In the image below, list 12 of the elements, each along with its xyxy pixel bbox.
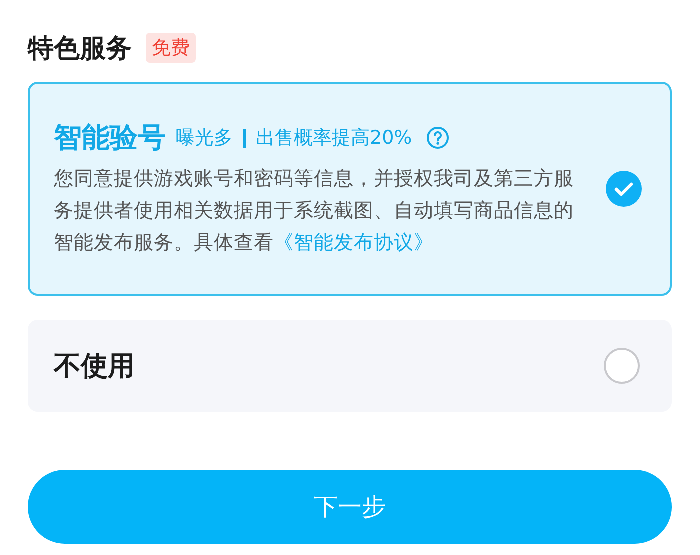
option-title: 不使用 — [54, 350, 135, 384]
option-description: 您同意提供游戏账号和密码等信息，并授权我司及第三方服务提供者使用相关数据用于系统截图、自动填写商品信息的智能发布服务。具体查看《智能发布协议》 — [54, 166, 575, 256]
option-card[interactable]: 智能验号 曝光多 出售概率提高20% 您同意提供游戏账号和密码等信息，并授权我司及第三方服务提供者使用相关数据用于系统截图、自动填写商品信息的智能发布服务。具体查看《智能发布协议》 — [28, 82, 672, 296]
free-badge: 免费 — [146, 33, 196, 63]
option-title: 智能验号 — [54, 120, 166, 156]
option-tagline: 曝光多 — [176, 126, 233, 151]
radio-icon[interactable] — [604, 348, 640, 384]
option-card[interactable]: 不使用 — [28, 320, 672, 412]
option-tagline: 出售概率提高20% — [256, 126, 412, 151]
section-title: 特色服务 — [28, 32, 132, 66]
check-icon[interactable] — [606, 171, 642, 207]
help-icon[interactable] — [426, 126, 450, 150]
